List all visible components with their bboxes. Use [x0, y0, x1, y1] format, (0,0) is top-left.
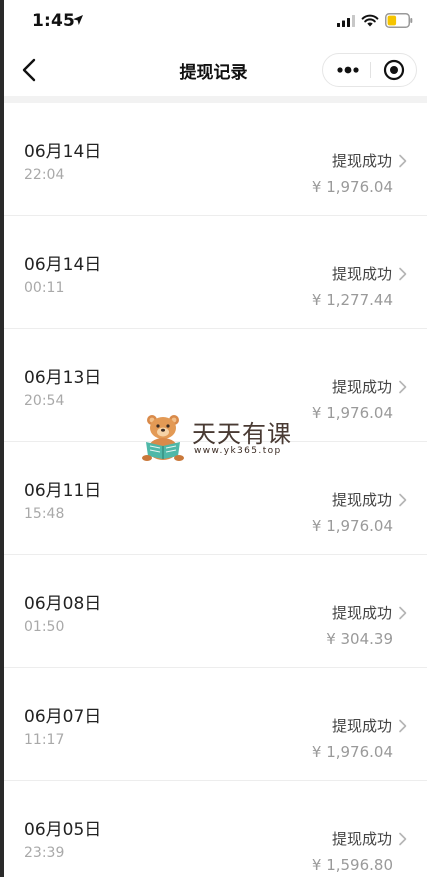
wifi-icon	[361, 14, 379, 27]
record-row[interactable]: 06月11日 15:48 提现成功 ¥ 1,976.04	[0, 442, 427, 555]
record-row[interactable]: 06月08日 01:50 提现成功 ¥ 304.39	[0, 555, 427, 668]
miniprogram-capsule	[322, 53, 417, 87]
record-amount: ¥ 1,976.04	[311, 743, 393, 761]
record-amount: ¥ 1,976.04	[311, 404, 393, 422]
chevron-right-icon	[399, 719, 407, 733]
status-time: 1:45	[32, 11, 76, 31]
record-status: 提现成功	[331, 717, 392, 735]
record-date: 06月14日	[24, 255, 102, 275]
location-arrow-icon	[73, 15, 83, 25]
record-row[interactable]: 06月14日 22:04 提现成功 ¥ 1,976.04	[0, 103, 427, 216]
record-date: 06月11日	[24, 481, 102, 501]
more-dots-icon[interactable]	[323, 54, 370, 86]
record-row[interactable]: 06月07日 11:17 提现成功 ¥ 1,976.04	[0, 668, 427, 781]
chevron-right-icon	[399, 832, 407, 846]
record-status: 提现成功	[331, 830, 392, 848]
record-row[interactable]: 06月14日 00:11 提现成功 ¥ 1,277.44	[0, 216, 427, 329]
record-time: 11:17	[24, 732, 65, 748]
withdrawal-records-list: 06月14日 22:04 提现成功 ¥ 1,976.04 06月14日 00:1…	[0, 103, 427, 877]
header-separator	[0, 96, 427, 103]
record-status: 提现成功	[331, 491, 392, 509]
record-time: 20:54	[24, 393, 65, 409]
record-amount: ¥ 1,976.04	[311, 517, 393, 535]
record-row[interactable]: 06月13日 20:54 提现成功 ¥ 1,976.04	[0, 329, 427, 442]
close-target-icon[interactable]	[371, 54, 417, 86]
chevron-right-icon	[399, 493, 407, 507]
chevron-right-icon	[399, 267, 407, 281]
phone-screen: 1:45 提现记录 06月14日 22:04 提现成功 ¥ 1,976.04 0…	[0, 0, 427, 877]
record-amount: ¥ 304.39	[326, 630, 393, 648]
record-time: 00:11	[24, 280, 65, 296]
status-bar: 1:45	[0, 0, 427, 44]
record-time: 01:50	[24, 619, 65, 635]
chevron-right-icon	[399, 606, 407, 620]
chevron-right-icon	[399, 154, 407, 168]
record-status: 提现成功	[331, 152, 392, 170]
chevron-right-icon	[399, 380, 407, 394]
record-date: 06月13日	[24, 368, 102, 388]
record-date: 06月07日	[24, 707, 102, 727]
battery-icon	[385, 13, 413, 28]
nav-bar: 提现记录	[0, 44, 427, 96]
record-row[interactable]: 06月05日 23:39 提现成功 ¥ 1,596.80	[0, 781, 427, 877]
record-amount: ¥ 1,277.44	[311, 291, 393, 309]
record-amount: ¥ 1,976.04	[311, 178, 393, 196]
record-time: 23:39	[24, 845, 65, 861]
cellular-signal-icon	[337, 15, 355, 27]
record-time: 22:04	[24, 167, 65, 183]
record-time: 15:48	[24, 506, 65, 522]
left-edge	[0, 0, 4, 877]
record-status: 提现成功	[331, 604, 392, 622]
record-amount: ¥ 1,596.80	[311, 856, 393, 874]
record-date: 06月14日	[24, 142, 102, 162]
record-status: 提现成功	[331, 378, 392, 396]
record-status: 提现成功	[331, 265, 392, 283]
record-date: 06月05日	[24, 820, 102, 840]
record-date: 06月08日	[24, 594, 102, 614]
